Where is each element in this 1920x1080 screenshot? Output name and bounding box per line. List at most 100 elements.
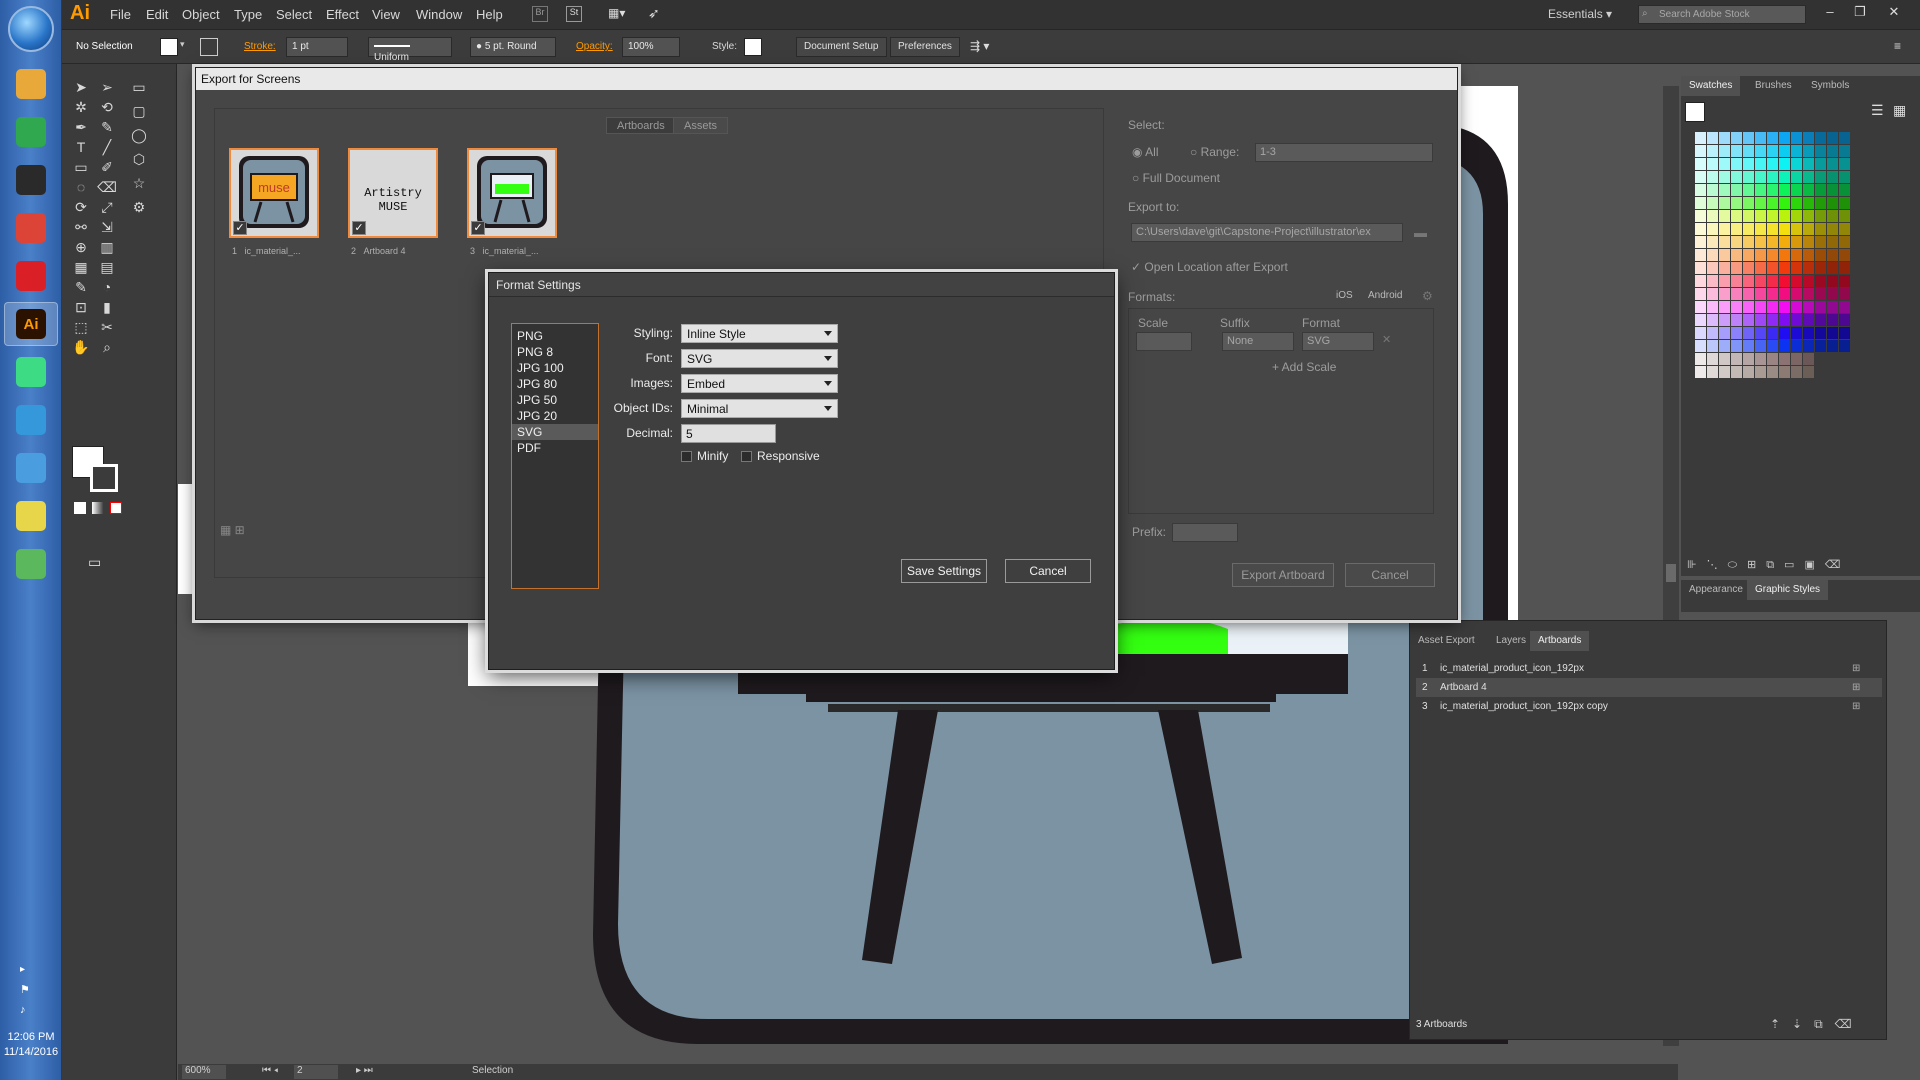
full-document-radio[interactable]: ○ Full Document	[1132, 171, 1220, 185]
swatch-chip[interactable]	[1839, 158, 1850, 170]
add-scale-button[interactable]: + Add Scale	[1272, 360, 1336, 374]
swatch-chip[interactable]	[1803, 249, 1814, 261]
taskbar-app-4[interactable]	[4, 254, 58, 298]
format-item-png[interactable]: PNG	[512, 328, 598, 344]
swatch-chip[interactable]	[1695, 288, 1706, 300]
swatch-chip[interactable]	[1707, 275, 1718, 287]
hand-tool-icon[interactable]: ✋	[70, 336, 92, 358]
color-mode-icon[interactable]	[74, 502, 86, 514]
swatch-chip[interactable]	[1791, 288, 1802, 300]
workspace-switcher[interactable]: Essentials ▾	[1548, 7, 1612, 21]
artboard-row-2[interactable]: 2 Artboard 4 ⊞	[1416, 678, 1882, 697]
artboard-1-checkbox[interactable]: ✓	[233, 221, 247, 235]
swatch-chip[interactable]	[1815, 249, 1826, 261]
swatch-chip[interactable]	[1707, 288, 1718, 300]
swatch-chip[interactable]	[1839, 249, 1850, 261]
swatch-chip[interactable]	[1695, 197, 1706, 209]
swatch-chip[interactable]	[1779, 288, 1790, 300]
swatch-chip[interactable]	[1779, 145, 1790, 157]
swatch-chip[interactable]	[1779, 132, 1790, 144]
swatch-chip[interactable]	[1767, 314, 1778, 326]
artboard-nav-first-prev[interactable]: ⏮ ◂	[262, 1065, 278, 1076]
line-segment-tool-icon[interactable]: ╱	[96, 136, 118, 158]
swatch-chip[interactable]	[1791, 301, 1802, 313]
rectangle-alt-tool-icon[interactable]: ▭	[128, 76, 150, 98]
swatch-chip[interactable]	[1767, 197, 1778, 209]
object-ids-select[interactable]: Minimal	[681, 399, 838, 418]
variable-width-profile[interactable]: Uniform	[368, 37, 452, 63]
magic-wand-tool-icon[interactable]: ✲	[70, 96, 92, 118]
swatch-chip[interactable]	[1839, 327, 1850, 339]
swatch-chip[interactable]	[1743, 184, 1754, 196]
swatch-chip[interactable]	[1815, 145, 1826, 157]
swatch-chip[interactable]	[1695, 171, 1706, 183]
swatch-chip[interactable]	[1803, 327, 1814, 339]
swatch-chip[interactable]	[1719, 223, 1730, 235]
swatch-chip[interactable]	[1755, 197, 1766, 209]
swatch-chip[interactable]	[1779, 327, 1790, 339]
swatch-chip[interactable]	[1839, 301, 1850, 313]
swatch-chip[interactable]	[1743, 327, 1754, 339]
swatch-chip[interactable]	[1743, 223, 1754, 235]
swatch-chip[interactable]	[1815, 184, 1826, 196]
artboard-options-icon[interactable]: ⊞	[1852, 663, 1882, 674]
swatch-chip[interactable]	[1815, 327, 1826, 339]
format-item-jpg-50[interactable]: JPG 50	[512, 392, 598, 408]
swatch-chip[interactable]	[1707, 223, 1718, 235]
swatch-chip[interactable]	[1767, 249, 1778, 261]
perspective-grid-tool-icon[interactable]: ▥	[96, 236, 118, 258]
pen-tool-icon[interactable]: ✒	[70, 116, 92, 138]
symbol-sprayer-tool-icon[interactable]: ⊡	[70, 296, 92, 318]
gradient-mode-icon[interactable]	[92, 502, 104, 514]
swatch-panel-footer-icons[interactable]: ⊪⋱⬭⊞⧉▭▣⌫	[1687, 558, 1850, 572]
windows-start-button[interactable]	[8, 6, 54, 52]
star-tool-icon[interactable]: ☆	[128, 172, 150, 194]
swatch-chip[interactable]	[1803, 145, 1814, 157]
swatch-chip[interactable]	[1815, 236, 1826, 248]
swatch-chip[interactable]	[1791, 223, 1802, 235]
select-range-radio[interactable]: ○ Range:	[1190, 145, 1239, 159]
swatch-chip[interactable]	[1803, 197, 1814, 209]
swatch-chip[interactable]	[1743, 132, 1754, 144]
swatch-chip[interactable]	[1839, 236, 1850, 248]
panel-menu-icon[interactable]: ≡	[1894, 39, 1901, 53]
swatch-chip[interactable]	[1719, 288, 1730, 300]
artboard-row-1[interactable]: 1 ic_material_product_icon_192px ⊞	[1416, 659, 1882, 678]
menu-select[interactable]: Select	[276, 7, 312, 22]
swatch-chip[interactable]	[1827, 171, 1838, 183]
swatch-chip[interactable]	[1755, 314, 1766, 326]
swatch-chip[interactable]	[1803, 301, 1814, 313]
swatch-chip[interactable]	[1827, 236, 1838, 248]
swatch-chip[interactable]	[1707, 132, 1718, 144]
swatch-chip[interactable]	[1779, 249, 1790, 261]
tab-assets-export[interactable]: Assets	[673, 117, 729, 134]
format-item-png-8[interactable]: PNG 8	[512, 344, 598, 360]
polygon-tool-icon[interactable]: ⬡	[128, 148, 150, 170]
swatch-chip[interactable]	[1803, 158, 1814, 170]
taskbar-app-1[interactable]	[4, 110, 58, 154]
swatch-chip[interactable]	[1791, 236, 1802, 248]
swatch-chip[interactable]	[1719, 340, 1730, 352]
swatch-chip[interactable]	[1779, 314, 1790, 326]
swatch-chip[interactable]	[1815, 314, 1826, 326]
swatch-chip[interactable]	[1743, 236, 1754, 248]
swatch-chip[interactable]	[1707, 158, 1718, 170]
select-all-radio[interactable]: ◉ All	[1132, 145, 1159, 159]
format-item-pdf[interactable]: PDF	[512, 440, 598, 456]
swatch-chip[interactable]	[1719, 158, 1730, 170]
swatch-chip[interactable]	[1695, 262, 1706, 274]
minify-checkbox[interactable]	[681, 451, 692, 462]
folder-icon[interactable]: ▬	[1414, 225, 1427, 240]
slice-tool-icon[interactable]: ✂	[96, 316, 118, 338]
swatch-chip[interactable]	[1731, 353, 1742, 365]
artboard-tool-icon[interactable]: ⬚	[70, 316, 92, 338]
swatch-chip[interactable]	[1839, 197, 1850, 209]
swatch-chip[interactable]	[1755, 275, 1766, 287]
swatch-chip[interactable]	[1719, 210, 1730, 222]
responsive-checkbox[interactable]	[741, 451, 752, 462]
export-path-field[interactable]: C:\Users\dave\git\Capstone-Project\illus…	[1131, 223, 1403, 242]
restore-button[interactable]: ❐	[1846, 4, 1874, 22]
swatch-chip[interactable]	[1755, 249, 1766, 261]
swatch-chip[interactable]	[1719, 171, 1730, 183]
rectangle-tool-icon[interactable]: ▭	[70, 156, 92, 178]
